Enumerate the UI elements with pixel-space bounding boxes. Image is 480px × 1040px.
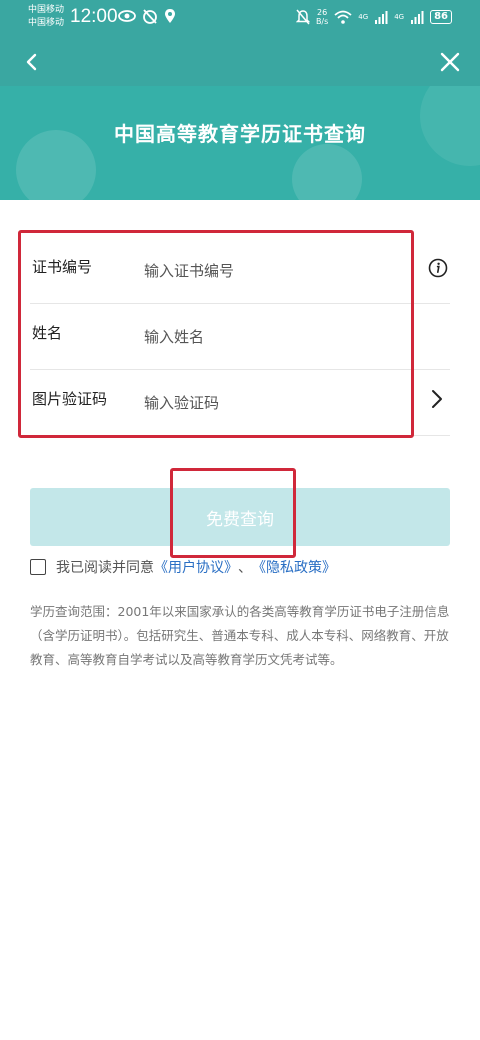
- agreement-row: 我已阅读并同意 《用户协议》 、 《隐私政策》: [30, 556, 336, 578]
- certificate-number-row: 证书编号: [30, 238, 450, 304]
- mute-icon: [295, 9, 310, 25]
- status-right: 26 B/s 4G 4G 86: [295, 8, 452, 26]
- signal-icon: [375, 11, 388, 24]
- captcha-row: 图片验证码: [30, 370, 450, 436]
- net-speed: 26 B/s: [316, 8, 328, 26]
- net-speed-unit: B/s: [315, 17, 329, 26]
- location-icon: [165, 9, 175, 23]
- name-row: 姓名: [30, 304, 450, 370]
- header-banner: 中国高等教育学历证书查询: [0, 86, 480, 200]
- status-left-icons: [118, 8, 176, 24]
- privacy-policy-link[interactable]: 《隐私政策》: [252, 557, 336, 577]
- captcha-label: 图片验证码: [32, 390, 108, 408]
- wifi-icon: [334, 10, 352, 24]
- query-form: 证书编号 姓名 图片验证码: [30, 238, 450, 436]
- battery-icon: 86: [430, 10, 452, 24]
- status-time: 12:00: [70, 6, 118, 27]
- net-speed-value: 26: [317, 8, 328, 17]
- query-scope-description: 学历查询范围：2001年以来国家承认的各类高等教育学历证书电子注册信息（含学历证…: [30, 604, 450, 667]
- decorative-bubble: [292, 144, 362, 200]
- carrier-2: 中国移动: [28, 18, 65, 28]
- info-icon[interactable]: [428, 258, 448, 278]
- signal-1-label: 4G: [358, 13, 369, 21]
- name-input[interactable]: [144, 324, 404, 350]
- certificate-number-input[interactable]: [144, 258, 404, 284]
- name-label: 姓名: [32, 324, 63, 342]
- close-icon[interactable]: [436, 48, 464, 76]
- carrier-info: 中国移动 中国移动: [28, 4, 64, 30]
- nav-bar: [0, 38, 480, 86]
- chevron-left-icon[interactable]: [18, 48, 46, 76]
- free-query-button[interactable]: 免费查询: [30, 488, 450, 546]
- agreement-checkbox[interactable]: [30, 559, 46, 575]
- status-bar: 中国移动 中国移动 12:00 26 B/s 4G 4G 86: [0, 0, 480, 38]
- signal-icon: [411, 11, 424, 24]
- chevron-right-icon[interactable]: [430, 388, 444, 410]
- user-agreement-link[interactable]: 《用户协议》: [154, 557, 238, 577]
- carrier-1: 中国移动: [28, 5, 65, 15]
- agreement-separator: 、: [238, 560, 252, 576]
- page-title: 中国高等教育学历证书查询: [114, 122, 366, 146]
- captcha-input[interactable]: [144, 390, 404, 416]
- certificate-number-label: 证书编号: [32, 258, 93, 276]
- alarm-off-icon: [143, 9, 157, 24]
- eye-icon: [118, 10, 136, 22]
- signal-2-label: 4G: [394, 13, 405, 21]
- agreement-text: 我已阅读并同意: [56, 560, 154, 576]
